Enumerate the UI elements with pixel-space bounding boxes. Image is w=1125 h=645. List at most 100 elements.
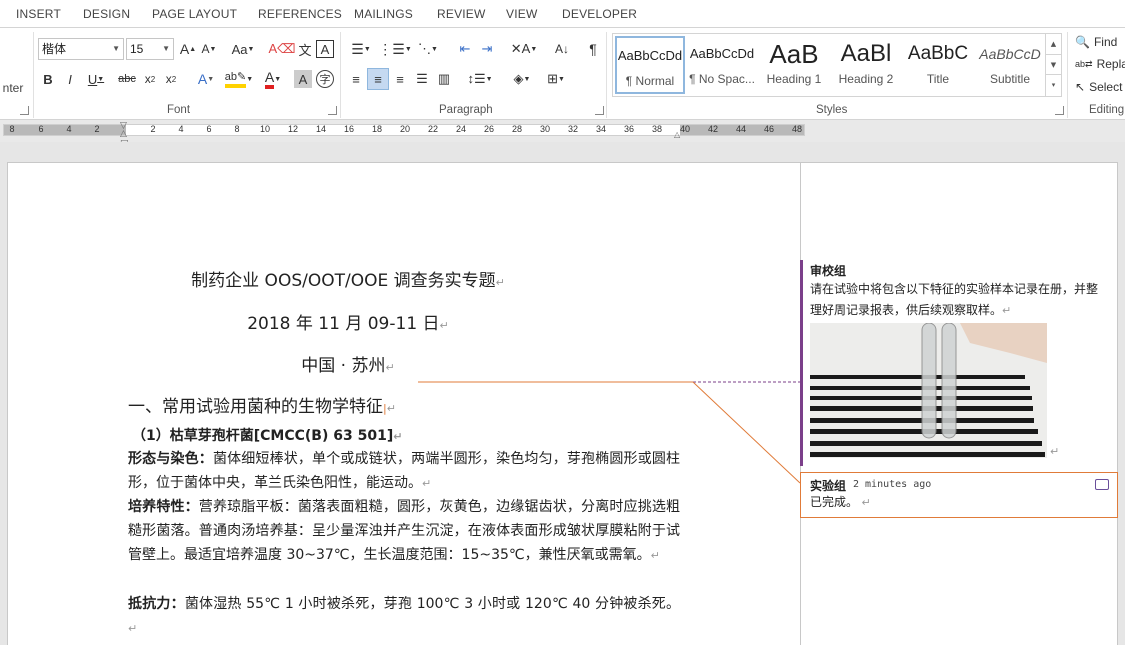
doc-date[interactable]: 2018 年 11 月 09-11 日↵ (8, 309, 688, 334)
tab-references[interactable]: REFERENCES (258, 7, 342, 21)
chinese-layout-button[interactable]: ✕A ▼ (508, 39, 540, 59)
styles-scroll[interactable]: ▲ ▼ ▾ (1045, 34, 1061, 96)
distributed-icon[interactable]: ▥ (435, 70, 453, 88)
paragraph-mark: ↵ (128, 622, 138, 635)
ruler-tick: 28 (511, 124, 523, 134)
replace-button[interactable]: ab⇄Replac (1075, 56, 1125, 72)
find-button[interactable]: 🔍 Find (1075, 34, 1117, 50)
paragraph-mark: ↵ (858, 496, 871, 509)
replace-label: Replac (1096, 57, 1125, 71)
style-normal[interactable]: AaBbCcDd ¶ Normal (615, 36, 685, 94)
ruler-tick: 6 (206, 124, 212, 134)
multilevel-list-button[interactable]: ⋱ ▼ (414, 39, 442, 59)
increase-indent-icon[interactable]: ⇥ (478, 39, 496, 59)
select-button[interactable]: ↖ Select (1075, 79, 1122, 95)
italic-button[interactable]: I (62, 70, 78, 88)
font-launcher[interactable] (328, 106, 337, 115)
horizontal-ruler[interactable]: 8 6 4 2 ▽△▭ 2 4 6 8 10 12 14 16 18 20 22… (0, 120, 1125, 147)
more-styles-icon[interactable]: ▾ (1046, 75, 1061, 96)
paragraph-mark: ↵ (1050, 445, 1060, 458)
paragraph-resistance[interactable]: 抵抗力：菌体湿热 55℃ 1 小时被杀死，芽孢 100℃ 3 小时或 120℃ … (128, 592, 680, 641)
bullets-button[interactable]: ☰ ▼ (347, 39, 375, 59)
shrink-font-button[interactable]: A ▼ (200, 40, 218, 58)
character-shading-icon[interactable]: A (294, 70, 312, 88)
subscript-button[interactable]: x2 (141, 70, 159, 88)
align-left-icon[interactable]: ≡ (347, 70, 365, 88)
bold-button[interactable]: B (40, 70, 56, 88)
subsection-heading[interactable]: （1）枯草芽孢杆菌[CMCC(B) 63 501]↵ (132, 425, 402, 445)
paragraph-mark: ↵ (439, 319, 449, 332)
doc-title[interactable]: 制药企业 OOS/OOT/OOE 调查务实专题↵ (8, 266, 688, 291)
sort-icon[interactable]: A↓ (551, 39, 573, 59)
reply-text: 已完成。 (810, 495, 859, 509)
tab-insert[interactable]: INSERT (16, 7, 61, 21)
ruler-tick: 42 (707, 124, 719, 134)
clipboard-label-tail: nter (2, 81, 24, 95)
paragraph-launcher[interactable] (595, 106, 604, 115)
character-border-icon[interactable]: A (316, 40, 334, 58)
ruler-tick: 38 (651, 124, 663, 134)
style-heading-2[interactable]: AaBl Heading 2 (831, 36, 901, 94)
style-name: Title (926, 72, 950, 86)
subsection-heading-text: （1）枯草芽孢杆菌[CMCC(B) 63 501] (132, 428, 394, 444)
paragraph-morphology[interactable]: 形态与染色：菌体细短棒状，单个或成链状，两端半圆形，染色均匀，芽孢椭圆形或圆柱形… (128, 447, 680, 496)
tab-developer[interactable]: DEVELOPER (562, 7, 637, 21)
superscript-button[interactable]: x2 (162, 70, 180, 88)
ruler-tick: 24 (455, 124, 467, 134)
grow-font-button[interactable]: A ▲ (179, 40, 197, 58)
ruler-tick: 8 (234, 124, 240, 134)
style-heading-1[interactable]: AaB Heading 1 (759, 36, 829, 94)
reply-icon[interactable] (1095, 479, 1109, 490)
ruler-tick: 34 (595, 124, 607, 134)
borders-button[interactable]: ⊞ ▼ (542, 70, 570, 88)
text-effects-button[interactable]: A ▼ (192, 70, 220, 88)
tab-mailings[interactable]: MAILINGS (354, 7, 413, 21)
section-heading[interactable]: 一、常用试验用菌种的生物学特征|↵ (128, 392, 396, 417)
styles-launcher[interactable] (1055, 106, 1064, 115)
font-family-combo[interactable]: 楷体 ▼ (38, 38, 124, 60)
phonetic-guide-icon[interactable]: 文 (295, 40, 315, 58)
shading-button[interactable]: ◈ ▼ (508, 70, 536, 88)
style-title[interactable]: AaBbC Title (903, 36, 973, 94)
numbering-button[interactable]: ⋮☰ ▼ (378, 39, 412, 59)
scroll-down-icon[interactable]: ▼ (1046, 55, 1061, 76)
font-color-button[interactable]: A ▼ (258, 68, 288, 90)
justify-icon[interactable]: ☰ (413, 70, 431, 88)
tab-design[interactable]: DESIGN (83, 7, 130, 21)
strikethrough-button[interactable]: abc (116, 70, 138, 88)
change-case-button[interactable]: Aa ▼ (228, 40, 258, 58)
paragraph-culture[interactable]: 培养特性：营养琼脂平板：菌落表面粗糙，圆形，灰黄色，边缘锯齿状，分离时应挑选粗糙… (128, 495, 680, 568)
line-spacing-button[interactable]: ↕☰ ▼ (466, 70, 494, 88)
enclose-characters-icon[interactable]: 字 (316, 70, 334, 88)
show-hide-marks-icon[interactable]: ¶ (584, 39, 602, 59)
select-icon: ↖ (1075, 80, 1086, 94)
separator (33, 32, 34, 118)
tab-review[interactable]: REVIEW (437, 7, 486, 21)
clipboard-launcher[interactable] (20, 106, 29, 115)
align-right-icon[interactable]: ≡ (391, 70, 409, 88)
ruler-tick: 44 (735, 124, 747, 134)
ruler-tick: 48 (791, 124, 803, 134)
styles-gallery: AaBbCcDd ¶ Normal AaBbCcDd ¶ No Spac... … (612, 33, 1062, 97)
style-preview: AaBbCcDd (689, 46, 755, 61)
underline-button[interactable]: U ▼ (84, 70, 108, 88)
style-name: Heading 1 (766, 72, 822, 86)
style-subtitle[interactable]: AaBbCcD Subtitle (975, 36, 1045, 94)
font-size-combo[interactable]: 15 ▼ (126, 38, 174, 60)
doc-place[interactable]: 中国 · 苏州↵ (8, 351, 688, 376)
document-page[interactable]: 制药企业 OOS/OOT/OOE 调查务实专题↵ 2018 年 11 月 09-… (7, 162, 800, 645)
select-label: Select (1089, 80, 1123, 94)
style-no-spacing[interactable]: AaBbCcDd ¶ No Spac... (687, 36, 757, 94)
comment-author: 审校组 (810, 264, 847, 278)
decrease-indent-icon[interactable]: ⇤ (456, 39, 474, 59)
doc-title-text: 制药企业 OOS/OOT/OOE 调查务实专题 (191, 271, 496, 291)
tab-view[interactable]: VIEW (506, 7, 537, 21)
paragraph-label: 抵抗力： (128, 596, 185, 612)
scroll-up-icon[interactable]: ▲ (1046, 34, 1061, 55)
ruler-tick: 14 (315, 124, 327, 134)
tab-page-layout[interactable]: PAGE LAYOUT (152, 7, 237, 21)
clear-formatting-icon[interactable]: A⌫ (268, 40, 295, 58)
align-center-icon[interactable]: ≡ (367, 68, 389, 90)
reply-comment[interactable]: 实验组 2 minutes ago 已完成。 ↵ (800, 472, 1118, 518)
highlight-color-button[interactable]: ab✎ ▼ (224, 68, 254, 90)
